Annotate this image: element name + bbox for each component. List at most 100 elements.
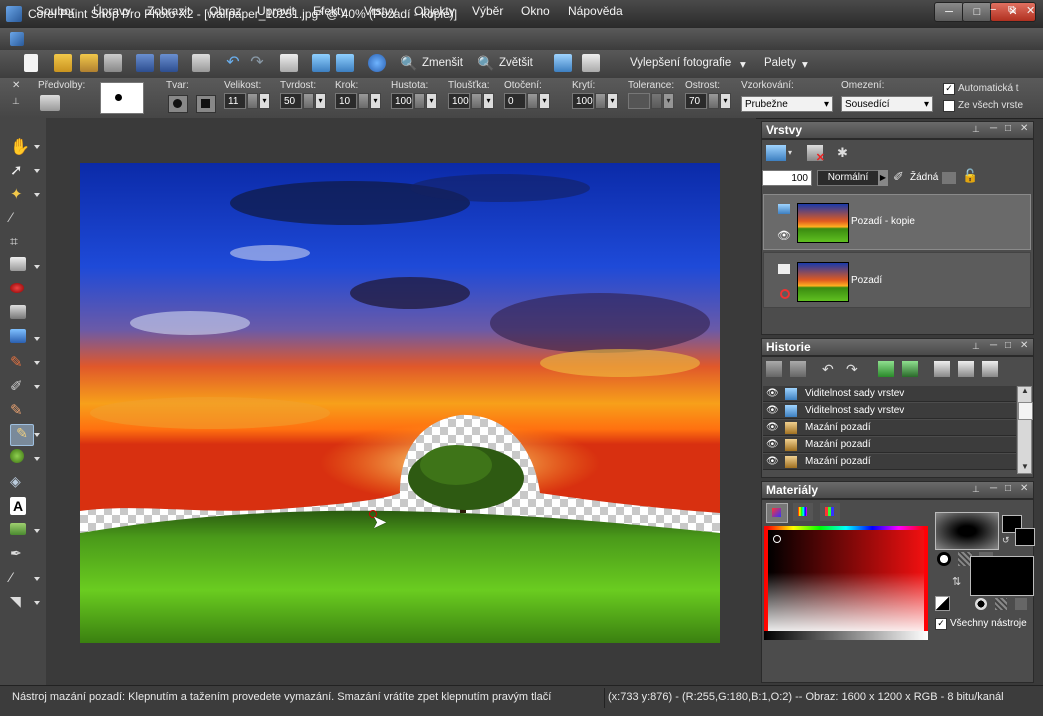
warp-brush-icon[interactable]: ⁄ bbox=[10, 569, 32, 589]
menu-vrstvy[interactable]: Vrstvy bbox=[364, 4, 397, 18]
limits-select[interactable]: Sousedící ▾ bbox=[841, 96, 933, 112]
menu-soubor[interactable]: Soubor bbox=[36, 4, 75, 18]
maximize-button[interactable]: □ bbox=[962, 2, 992, 22]
opacity-dropdown-icon[interactable]: ▾ bbox=[607, 93, 618, 109]
sharpness-dropdown-icon[interactable]: ▾ bbox=[720, 93, 731, 109]
paint-brush-chevron-icon[interactable] bbox=[34, 361, 40, 365]
crop-icon[interactable]: ⌗ bbox=[10, 233, 32, 253]
browse-icon[interactable] bbox=[80, 54, 98, 72]
visibility-eye-icon[interactable]: 👁 bbox=[766, 386, 779, 402]
menu-okno[interactable]: Okno bbox=[521, 4, 550, 18]
menu-napoveda[interactable]: Nápověda bbox=[568, 4, 623, 18]
rectangle-tool-chevron-icon[interactable] bbox=[34, 529, 40, 533]
thickness-dropdown-icon[interactable]: ▾ bbox=[483, 93, 494, 109]
zoom-in-icon[interactable]: 🔍 bbox=[477, 54, 495, 72]
options-pin-icon[interactable]: ⊥ bbox=[12, 96, 20, 107]
background-eraser-icon[interactable]: ✎ bbox=[10, 424, 34, 446]
bg-pattern-style-icon[interactable] bbox=[1015, 598, 1027, 610]
background-color-small[interactable] bbox=[1015, 528, 1035, 546]
image-icon[interactable] bbox=[554, 54, 572, 72]
delete-layer-icon[interactable]: ✕ bbox=[807, 145, 825, 164]
pen-tool-icon[interactable]: ✒ bbox=[10, 545, 32, 565]
density-spinner[interactable] bbox=[414, 93, 425, 109]
dodge-tool-chevron-icon[interactable] bbox=[34, 385, 40, 389]
layer-name[interactable]: Pozadí bbox=[851, 275, 882, 286]
density-dropdown-icon[interactable]: ▾ bbox=[426, 93, 437, 109]
smudge-tool-icon[interactable]: ✎ bbox=[10, 401, 32, 421]
history-item[interactable]: 👁 Viditelnost sady vrstev bbox=[763, 386, 1016, 402]
redo-icon[interactable]: ↷ bbox=[248, 54, 266, 72]
clone-tool-icon[interactable] bbox=[10, 329, 26, 343]
hardness-input[interactable]: 50 bbox=[280, 93, 302, 109]
layers-minimize-icon[interactable]: ─ bbox=[990, 123, 997, 134]
mask-label[interactable]: Žádná bbox=[910, 172, 938, 183]
size-input[interactable]: 11 bbox=[224, 93, 246, 109]
flood-fill-chevron-icon[interactable] bbox=[34, 457, 40, 461]
history-item[interactable]: 👁 Mazání pozadí bbox=[763, 420, 1016, 436]
layer-name[interactable]: Pozadí - kopie bbox=[851, 216, 915, 227]
visibility-eye-icon[interactable]: 👁 bbox=[766, 403, 779, 419]
scroll-up-icon[interactable]: ▲ bbox=[1021, 386, 1029, 395]
save-icon[interactable] bbox=[136, 54, 154, 72]
layer-properties-icon[interactable]: ✱ bbox=[837, 145, 853, 161]
clear-undo-icon[interactable] bbox=[958, 361, 974, 377]
redo-step-icon[interactable]: ↷ bbox=[846, 361, 862, 377]
history-item[interactable]: 👁 Mazání pozadí bbox=[763, 454, 1016, 470]
clear-history-icon[interactable] bbox=[934, 361, 950, 377]
rotation-input[interactable]: 0 bbox=[504, 93, 526, 109]
color-style-icon[interactable] bbox=[937, 552, 951, 566]
visibility-eye-icon[interactable]: 👁 bbox=[777, 229, 791, 242]
new-layer-icon[interactable] bbox=[766, 145, 786, 161]
photo-share-icon[interactable] bbox=[336, 54, 354, 72]
opacity-spinner[interactable] bbox=[595, 93, 606, 109]
color-picker[interactable] bbox=[764, 526, 928, 640]
tab-frame-palette[interactable] bbox=[766, 503, 788, 523]
sampling-select[interactable]: Prubežne ▾ bbox=[741, 96, 833, 112]
visibility-eye-icon[interactable]: 👁 bbox=[766, 420, 779, 436]
pan-tool-icon[interactable]: ✋ bbox=[10, 137, 32, 157]
undo-history-icon[interactable] bbox=[766, 361, 782, 377]
flood-fill-icon[interactable] bbox=[10, 449, 24, 463]
materials-maximize-icon[interactable]: □ bbox=[1005, 483, 1011, 494]
enhance-chevron-down-icon[interactable]: ▾ bbox=[740, 57, 746, 71]
dropper-icon[interactable]: ⁄ bbox=[10, 209, 32, 229]
brush-preview[interactable] bbox=[100, 82, 144, 114]
density-input[interactable]: 100 bbox=[391, 93, 413, 109]
thickness-input[interactable]: 100 bbox=[448, 93, 470, 109]
makeover-tool-icon[interactable] bbox=[10, 305, 26, 319]
document-icon[interactable] bbox=[10, 32, 24, 46]
info-icon[interactable] bbox=[368, 54, 386, 72]
background-eraser-chevron-icon[interactable] bbox=[34, 433, 40, 437]
scan-icon[interactable] bbox=[104, 54, 122, 72]
picture-tube-icon[interactable]: ◈ bbox=[10, 473, 32, 493]
tab-swatches-palette[interactable] bbox=[820, 503, 840, 521]
move-tool-chevron-icon[interactable] bbox=[34, 265, 40, 269]
grayscale-strip[interactable] bbox=[764, 631, 928, 640]
menu-upravy[interactable]: Úpravy bbox=[93, 4, 131, 18]
enhance-photo-menu[interactable]: Vylepšení fotografie bbox=[630, 57, 731, 69]
move-tool-icon[interactable] bbox=[10, 257, 26, 271]
thickness-spinner[interactable] bbox=[471, 93, 482, 109]
bg-color-style-icon[interactable] bbox=[975, 598, 987, 610]
layer-group-icon[interactable] bbox=[942, 172, 956, 184]
redo-history-icon[interactable] bbox=[790, 361, 806, 377]
layer-opacity-input[interactable]: 100 bbox=[762, 170, 812, 186]
clone-tool-chevron-icon[interactable] bbox=[34, 337, 40, 341]
zoom-in-label[interactable]: Zvětšit bbox=[499, 57, 533, 69]
menu-zobrazit[interactable]: Zobrazit bbox=[147, 4, 190, 18]
mdi-restore-button[interactable]: ⧉ bbox=[1008, 4, 1016, 17]
swap-materials-icon[interactable]: ⇅ bbox=[952, 575, 961, 588]
bg-gradient-style-icon[interactable] bbox=[995, 598, 1007, 610]
mask-brush-icon[interactable]: ✐ bbox=[893, 169, 904, 185]
lock-icon[interactable]: 🔓 bbox=[962, 168, 978, 184]
warp-brush-chevron-icon[interactable] bbox=[34, 577, 40, 581]
rotation-spinner[interactable] bbox=[527, 93, 538, 109]
paste-icon[interactable] bbox=[280, 54, 298, 72]
red-eye-icon[interactable] bbox=[10, 283, 24, 293]
opacity-input[interactable]: 100 bbox=[572, 93, 594, 109]
menu-objekty[interactable]: Objekty bbox=[414, 4, 455, 18]
background-swatch[interactable] bbox=[970, 556, 1034, 596]
scroll-down-icon[interactable]: ▼ bbox=[1021, 462, 1029, 471]
image-canvas[interactable] bbox=[80, 163, 720, 643]
pan-tool-chevron-icon[interactable] bbox=[34, 145, 40, 149]
